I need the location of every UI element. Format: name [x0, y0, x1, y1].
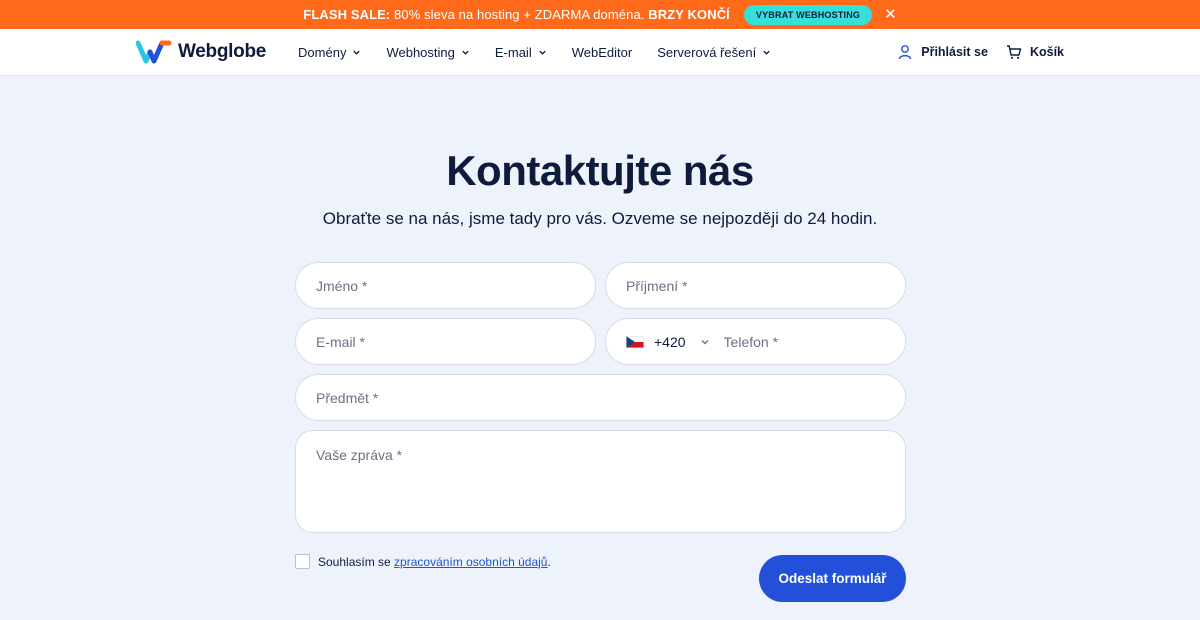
submit-form-button[interactable]: Odeslat formulář	[759, 555, 906, 602]
cart-icon	[1006, 45, 1022, 59]
first-name-input[interactable]: Jméno *	[295, 262, 596, 309]
privacy-policy-link[interactable]: zpracováním osobních údajů	[394, 555, 547, 569]
close-banner-icon[interactable]: ✕	[884, 7, 897, 22]
banner-message: 80% sleva na hosting + ZDARMA doména.	[390, 7, 649, 22]
nav-item-email[interactable]: E-mail	[495, 45, 547, 60]
nav-item-domains[interactable]: Domény	[298, 45, 361, 60]
banner-text: FLASH SALE: 80% sleva na hosting + ZDARM…	[303, 7, 730, 22]
message-textarea[interactable]: Vaše zpráva *	[295, 430, 906, 533]
flash-sale-banner: FLASH SALE: 80% sleva na hosting + ZDARM…	[0, 0, 1200, 29]
user-icon	[899, 45, 912, 60]
form-row-subject: Předmět *	[295, 374, 906, 421]
page-title: Kontaktujte nás	[446, 147, 754, 194]
nav-item-webhosting[interactable]: Webhosting	[386, 45, 469, 60]
choose-webhosting-button[interactable]: VYBRAT WEBHOSTING	[743, 4, 873, 25]
consent-text: Souhlasím se	[318, 554, 395, 569]
cart-link[interactable]: Košík	[1006, 44, 1064, 60]
form-row-name: Jméno * Příjmení *	[295, 262, 906, 309]
site-header: Webglobe Domény Webhosting E-mail WebEdi…	[0, 29, 1200, 75]
last-name-input[interactable]: Příjmení *	[605, 262, 906, 309]
chevron-down-icon[interactable]	[700, 337, 710, 347]
page-subtitle: Obraťte se na nás, jsme tady pro vás. Oz…	[322, 209, 878, 228]
consent-checkbox[interactable]	[295, 554, 310, 569]
phone-input[interactable]: Telefon *	[724, 334, 778, 350]
czech-flag-icon[interactable]	[626, 335, 644, 348]
cart-label: Košík	[1029, 45, 1064, 59]
consent-row: Souhlasím se zpracováním osobních údajů.	[295, 554, 551, 569]
chevron-down-icon	[539, 50, 546, 55]
contact-section: Kontaktujte nás Obraťte se na nás, jsme …	[0, 147, 1200, 229]
phone-field: +420 Telefon *	[605, 318, 906, 365]
contact-form: Jméno * Příjmení * E-mail * +420 Telefon…	[295, 262, 906, 533]
banner-ending-label: BRZY KONČÍ	[648, 7, 730, 22]
login-label: Přihlásit se	[921, 45, 988, 59]
chevron-down-icon	[763, 50, 770, 55]
email-input[interactable]: E-mail *	[295, 318, 596, 365]
nav-label: Webhosting	[386, 44, 455, 60]
webglobe-logo-icon	[136, 40, 172, 64]
nav-label: Domény	[298, 44, 347, 60]
login-link[interactable]: Přihlásit se	[897, 44, 988, 60]
logo[interactable]: Webglobe	[136, 40, 266, 64]
nav-label: Serverová řešení	[657, 44, 757, 60]
consent-end: .	[547, 554, 551, 569]
nav-label: E-mail	[494, 44, 532, 60]
logo-text: Webglobe	[178, 41, 267, 62]
header-actions: Přihlásit se Košík	[897, 44, 1064, 60]
nav-label: WebEditor	[571, 44, 633, 60]
main-nav: Domény Webhosting E-mail WebEditor Serve…	[298, 45, 771, 60]
phone-prefix[interactable]: +420	[654, 334, 686, 350]
nav-item-server-solutions[interactable]: Serverová řešení	[657, 45, 771, 60]
banner-flash-label: FLASH SALE:	[303, 7, 391, 22]
consent-label: Souhlasím se zpracováním osobních údajů.	[318, 555, 551, 569]
subject-input[interactable]: Předmět *	[295, 374, 906, 421]
form-row-contact: E-mail * +420 Telefon *	[295, 318, 906, 365]
chevron-down-icon	[353, 50, 361, 55]
nav-item-webeditor[interactable]: WebEditor	[572, 45, 632, 60]
chevron-down-icon	[462, 50, 469, 55]
